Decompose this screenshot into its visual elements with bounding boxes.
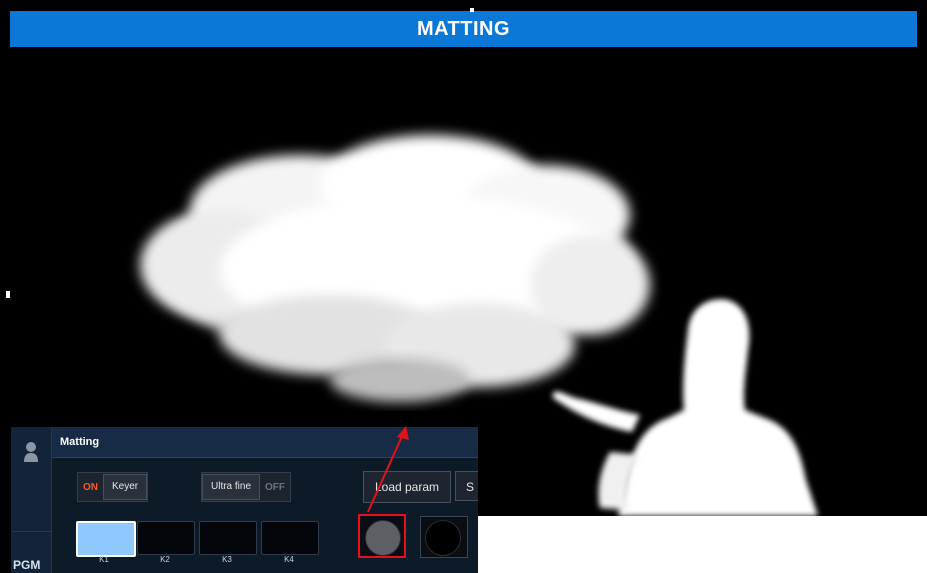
annotation-arrow: [367, 426, 409, 513]
matting-preview: MATTING PGM Matting ON Keyer Ultra fine …: [0, 0, 927, 573]
